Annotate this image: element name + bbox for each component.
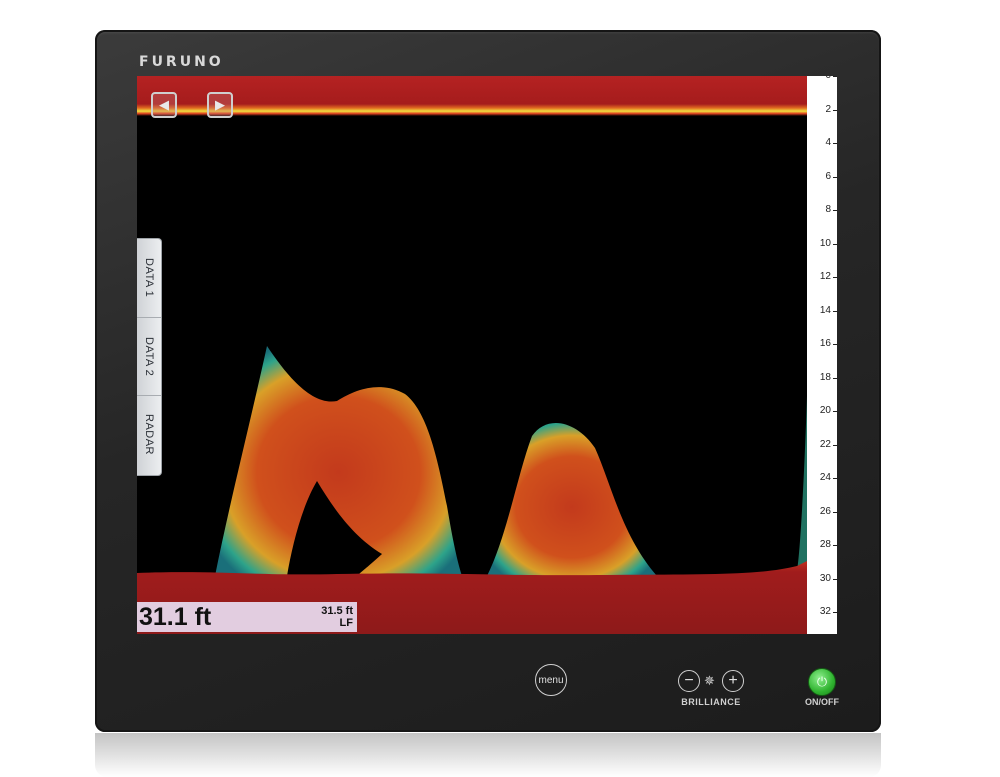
depth-tick-32: 32 [807,607,837,617]
brilliance-plus-button[interactable]: + [722,670,744,692]
power-button[interactable]: ⏻ [808,668,836,696]
sonar-screen[interactable]: ◀ ▶ 02468101214161820222426283032 DATA 1… [137,76,837,634]
tab-data-2[interactable]: DATA 2 [137,317,161,396]
tab-data-1-label: DATA 1 [143,258,155,298]
fish-finder-display: FURUNO ◀ ▶ 2 4 6 8 10 12 14 16 18 20 22 … [95,30,881,732]
depth-tick-22: 22 [807,439,837,450]
brilliance-label: BRILLIANCE [681,697,741,707]
side-tab-panel: DATA 1 DATA 2 RADAR [137,238,162,476]
secondary-depth-value: 31.5 ft [321,605,353,617]
power-icon: ⏻ [816,674,828,689]
menu-label: menu [538,674,564,686]
brilliance-minus-button[interactable]: − [678,670,700,692]
depth-value: 31.1 ft [139,602,212,631]
echogram [137,76,807,634]
depth-tick-12: 12 [807,272,837,282]
plus-icon: + [728,672,738,689]
depth-tick-18: 18 [807,372,837,383]
back-arrow-icon[interactable]: ◀ [151,92,177,118]
depth-tick-2: 2 [807,104,837,115]
depth-tick-4: 4 [807,138,837,148]
depth-scale: 02468101214161820222426283032 [807,76,837,634]
depth-tick-8: 8 [807,205,837,215]
onoff-label: ON/OFF [805,697,839,707]
depth-tick-30: 30 [807,573,837,584]
minus-icon: − [684,672,694,689]
frequency-label: LF [339,617,353,629]
depth-secondary: 31.5 ft LF [321,605,353,629]
tab-radar-label: RADAR [143,414,155,456]
device-reflection [95,733,881,777]
forward-arrow-icon[interactable]: ▶ [207,92,233,118]
depth-tick-24: 24 [807,473,837,483]
menu-button[interactable]: menu [535,664,567,696]
tab-data-1[interactable]: DATA 1 [137,239,161,317]
depth-tick-28: 28 [807,540,837,550]
depth-readout: 31.1 ft 31.5 ft LF [137,602,357,632]
tab-data-2-label: DATA 2 [143,337,155,377]
surface-clutter-band [137,76,807,116]
depth-tick-14: 14 [807,305,837,316]
brand-logo: FURUNO [139,54,224,70]
depth-tick-26: 26 [807,506,837,517]
depth-tick-20: 20 [807,406,837,416]
depth-tick-6: 6 [807,171,837,182]
depth-tick-16: 16 [807,339,837,349]
echo-edge [797,396,807,576]
depth-tick-0: 0 [807,76,837,81]
brightness-icon: ✵ [704,673,715,688]
depth-tick-10: 10 [807,238,837,249]
fish-school-right [487,422,657,576]
tab-radar[interactable]: RADAR [137,395,161,474]
